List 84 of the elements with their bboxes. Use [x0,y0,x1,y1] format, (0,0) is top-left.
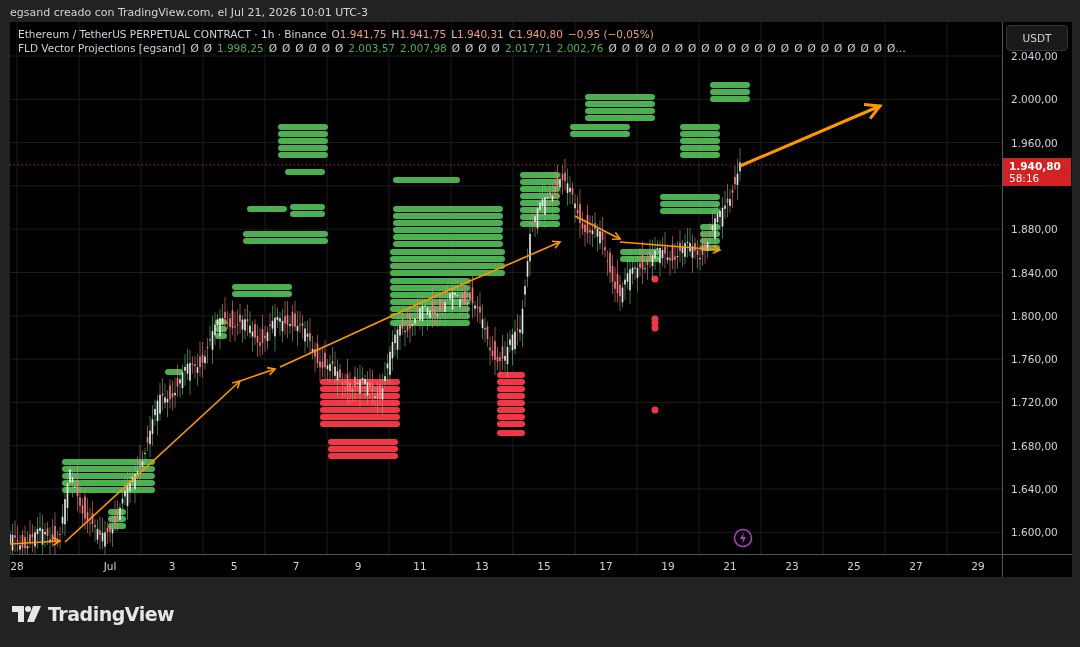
price-tick: 2.040,00 [1011,50,1058,62]
indicator-value: Ø [295,42,304,54]
bar-countdown: 58:16 [1009,172,1041,184]
price-tick: 2.000,00 [1011,93,1058,106]
indicator-value: Ø [741,42,750,54]
chart-caption: egsand creado con TradingView.com, el Jul 21, 2026 10:01 UTC-3 [9,5,369,21]
indicator-value: Ø… [887,42,906,54]
ohlc-value: 1.941,75 [399,28,447,40]
indicator-value: Ø [648,42,657,54]
price-tick: 1.960,00 [1011,136,1058,149]
time-tick: Jul [103,560,117,572]
indicator-value: 2.003,57 [348,42,396,54]
indicator-value: Ø [727,42,737,54]
indicator-value: Ø [491,42,500,54]
indicator-value: Ø [661,42,670,54]
indicator-value: 2.002,76 [556,42,604,54]
currency-button[interactable]: USDT [1006,25,1068,51]
indicator-value: Ø [321,42,330,54]
logo-icon [12,606,42,622]
indicator-value: Ø [674,42,683,54]
time-tick: 25 [847,560,861,572]
indicator-value: Ø [873,42,882,54]
time-tick: 29 [971,560,985,572]
indicator-value: Ø [634,42,644,54]
indicator-value: Ø [754,42,763,54]
indicator-value: Ø [780,42,790,54]
ohlc-value: 1.941,75 [339,28,387,40]
time-tick: 15 [537,560,551,572]
price-tick: 1.760,00 [1011,353,1058,366]
indicator-value: 2.017,71 [504,42,552,54]
ohlc-value: 1.940,31 [457,28,504,40]
indicator-title: FLD Vector Projections [egsand] [18,42,186,54]
indicator-value: Ø [847,42,856,54]
time-tick: 23 [785,560,799,572]
price-change: −0,95 (−0,05%) [567,28,654,40]
indicator-value: Ø [701,42,710,54]
indicator-value: Ø [268,42,277,54]
indicator-value: Ø [203,42,212,54]
price-tick: 1.880,00 [1011,223,1058,236]
brand-name: TradingView [48,603,175,625]
indicator-value: Ø [478,42,487,54]
time-tick: 17 [599,560,613,572]
time-tick: 19 [661,560,675,572]
price-tick: 1.680,00 [1011,439,1058,452]
lightning-icon[interactable] [733,528,753,548]
time-tick: 27 [909,560,923,572]
price-tick: 1.720,00 [1011,396,1058,409]
time-tick: 11 [413,560,427,572]
last-price: 1.940,80 [1009,160,1062,172]
indicator-value: Ø [335,42,344,54]
ohlc-label: L [451,28,458,40]
indicator-value: Ø [860,42,869,54]
price-tick: 1.640,00 [1011,483,1058,495]
indicator-value: Ø [714,42,723,54]
indicator-value: 2.007,98 [400,42,447,54]
indicator-value: Ø [190,42,199,54]
indicator-value: Ø [794,42,803,54]
indicator-value: Ø [608,42,617,54]
indicator-value: Ø [451,42,461,54]
symbol-title: Ethereum / TetherUS PERPETUAL CONTRACT · 1h · Binance [18,28,327,40]
indicator-value: Ø [465,42,474,54]
price-tick: 1.600,00 [1011,526,1058,539]
time-tick: 21 [723,560,737,572]
price-tick: 1.800,00 [1011,309,1058,322]
ohlc-value: 1.940,80 [516,28,563,40]
indicator-value: Ø [621,42,630,54]
indicator-value: Ø [767,42,776,54]
indicator-value: Ø [308,42,317,54]
time-tick: 13 [475,560,489,572]
ohlc-label: H [391,28,400,40]
price-tick: 1.840,00 [1011,266,1058,279]
time-tick: 28 [10,560,24,572]
ohlc-label: C [508,28,517,40]
time-tick: 9 [354,560,362,572]
indicator-value: Ø [807,42,816,54]
indicator-value: 1.998,25 [216,42,264,54]
indicator-value: Ø [833,42,843,54]
indicator-value: Ø [281,42,291,54]
indicator-value: Ø [688,42,697,54]
ohlc-label: O [331,28,340,40]
indicator-value: Ø [820,42,829,54]
time-tick: 3 [168,560,176,572]
time-tick: 5 [230,560,238,572]
time-tick: 7 [292,560,300,572]
